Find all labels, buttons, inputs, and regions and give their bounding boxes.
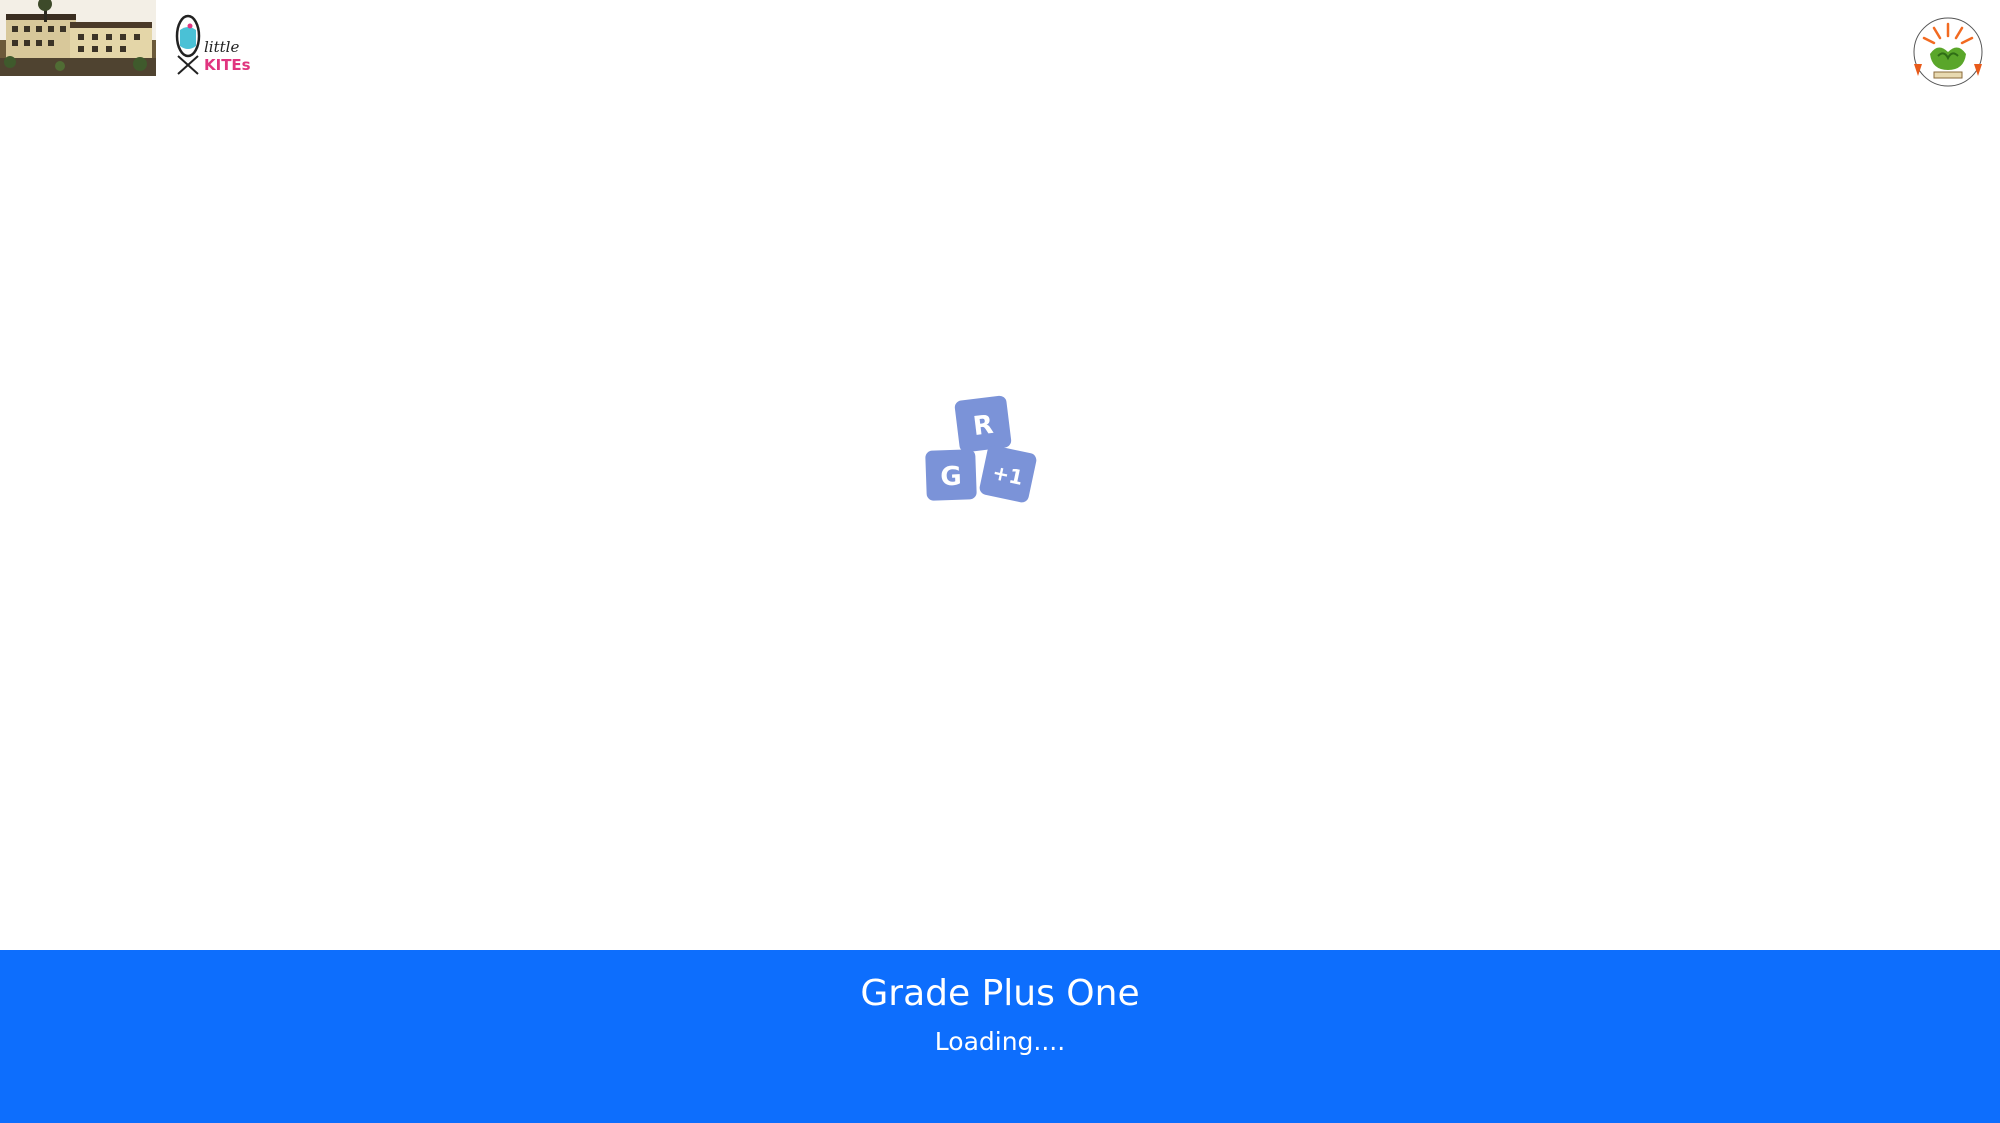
- header: little KITEs: [0, 0, 2000, 100]
- tile-g: G: [925, 449, 977, 501]
- tile-r: R: [954, 395, 1012, 453]
- school-emblem-icon: [1913, 17, 1983, 87]
- loading-screen: little KITEs R G +1 Grade Plus One Loadi…: [0, 0, 2000, 1123]
- kites-logo-line2: KITEs: [204, 56, 251, 74]
- school-building-photo-icon: [0, 0, 156, 76]
- footer-bar: Grade Plus One Loading....: [0, 950, 2000, 1123]
- app-title: Grade Plus One: [860, 973, 1140, 1014]
- loading-tiles-icon: R G +1: [925, 395, 1037, 503]
- kites-logo-line1: little: [204, 38, 239, 56]
- tile-g-label: G: [940, 462, 962, 493]
- tile-plus-one: +1: [979, 445, 1037, 503]
- loading-status: Loading....: [934, 1027, 1066, 1056]
- little-kites-logo: little KITEs: [175, 14, 251, 75]
- tile-r-label: R: [971, 410, 995, 442]
